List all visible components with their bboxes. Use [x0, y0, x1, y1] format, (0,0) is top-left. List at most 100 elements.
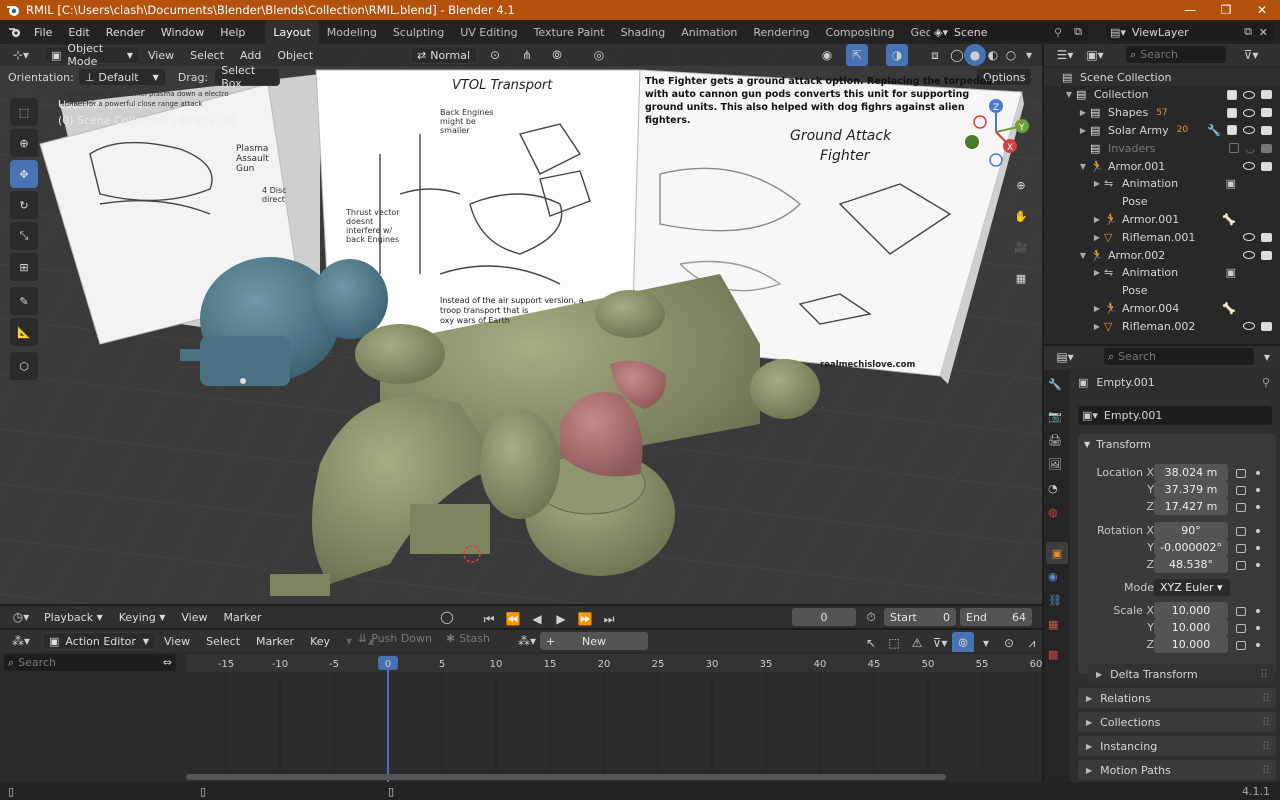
action-menu-marker[interactable]: Marker [248, 629, 302, 653]
action-menu-key[interactable]: Key [302, 629, 338, 653]
eye-icon[interactable] [1243, 126, 1255, 135]
action-menu-select[interactable]: Select [198, 629, 248, 653]
exclude-checkbox[interactable] [1227, 107, 1237, 118]
jump-start-icon[interactable]: ⏮ [478, 608, 500, 630]
keyframe-dot-icon[interactable] [1256, 529, 1260, 533]
outliner-row[interactable]: ▼ ▤ Collection [1044, 86, 1280, 104]
eye-closed-icon[interactable]: ◡ [1245, 142, 1255, 155]
outliner-row[interactable]: ▶ 🏃 Armor.001 🦴 [1044, 210, 1280, 228]
action-browse-icon[interactable]: ⁂▾ [516, 630, 538, 652]
panel-relations[interactable]: ▶ Relations ⠿ [1078, 688, 1276, 708]
action-editor-body[interactable]: ⌕ ⇔ -15 -10 -5 0 5 10 15 20 25 30 35 40 45 50 55 60 [0, 652, 1042, 784]
outliner-row[interactable]: ▼ 🏃 Armor.002 [1044, 246, 1280, 264]
orientation-select[interactable]: ⊥ Default ▼ [77, 68, 166, 86]
drag-handle-icon[interactable]: ⠿ [1262, 764, 1270, 777]
eye-icon[interactable] [1243, 90, 1255, 99]
add-cube-tool-icon[interactable]: ⬡ [10, 352, 38, 380]
panel-motion-paths[interactable]: ▶ Motion Paths ⠿ [1078, 760, 1276, 780]
expand-right-icon[interactable]: ▶ [1092, 233, 1102, 242]
keyframe-dot-icon[interactable] [1256, 626, 1260, 630]
stash-button[interactable]: ✱ Stash [446, 632, 490, 645]
property-value-field[interactable]: 10.000 [1154, 636, 1228, 653]
pin-icon[interactable]: ⚲ [1054, 26, 1062, 39]
constraints-tab-icon[interactable]: ⛓ [1048, 594, 1062, 607]
outliner-row[interactable]: ▼ 🏃 Armor.001 [1044, 157, 1280, 175]
panel-collections[interactable]: ▶ Collections ⠿ [1078, 712, 1276, 732]
timeline-menu-marker[interactable]: Marker [215, 605, 269, 629]
maximize-icon[interactable]: ❐ [1208, 0, 1244, 20]
horizontal-scrollbar[interactable] [186, 774, 946, 780]
lock-icon[interactable] [1236, 561, 1246, 570]
expand-right-icon[interactable]: ▶ [1092, 215, 1102, 224]
drag-select[interactable]: Select Box [214, 64, 281, 90]
exclude-checkbox[interactable] [1227, 125, 1237, 136]
keyframe-dot-icon[interactable] [1256, 563, 1260, 567]
world-tab-icon[interactable]: ◍ [1048, 506, 1058, 519]
render-camera-icon[interactable] [1261, 321, 1272, 331]
lock-icon[interactable] [1236, 469, 1246, 478]
menu-help[interactable]: Help [212, 20, 253, 44]
drag-handle-icon[interactable]: ⠿ [1262, 740, 1270, 753]
drag-handle-icon[interactable]: ⠿ [1262, 716, 1270, 729]
pan-hand-icon[interactable]: ✋ [1010, 205, 1032, 227]
only-errors-icon[interactable]: ⚠ [906, 632, 928, 654]
physics-tab-icon[interactable]: ◉ [1048, 570, 1058, 583]
outliner-row[interactable]: ▤ Invaders ◡ [1044, 139, 1280, 157]
tab-animation[interactable]: Animation [673, 20, 745, 44]
timeline-menu-keying[interactable]: Keying ▼ [111, 605, 174, 629]
tab-sculpting[interactable]: Sculpting [385, 20, 452, 44]
menu-window[interactable]: Window [153, 20, 212, 44]
texture-tab-icon[interactable]: ▩ [1048, 648, 1058, 661]
outliner-row[interactable]: ▶ ⇋ Animation ▣ [1044, 264, 1280, 282]
pin-icon[interactable]: ⚲ [1262, 376, 1270, 389]
xray-icon[interactable]: ⧈ [924, 44, 946, 66]
transform-panel-header[interactable]: ▼ Transform [1084, 438, 1151, 451]
render-tab-icon[interactable]: 📷 [1048, 410, 1062, 423]
outliner-row[interactable]: ▶ ▽ Rifleman.002 [1044, 317, 1280, 335]
tab-compositing[interactable]: Compositing [818, 20, 903, 44]
perspective-grid-icon[interactable]: ▦ [1010, 267, 1032, 289]
cursor-select-icon[interactable]: ↖ [860, 632, 882, 654]
keyframe-dot-icon[interactable] [1256, 471, 1260, 475]
render-camera-icon[interactable] [1261, 232, 1272, 242]
property-value-field[interactable]: 48.538° [1154, 556, 1228, 573]
keyframe-dot-icon[interactable] [1256, 488, 1260, 492]
lock-icon[interactable] [1236, 607, 1246, 616]
render-camera-icon[interactable] [1261, 108, 1272, 118]
exclude-checkbox[interactable] [1229, 143, 1240, 154]
cursor-tool-icon[interactable]: ⊕ [10, 129, 38, 157]
navigation-gizmo[interactable]: Z Y X [962, 92, 1036, 174]
select-box-tool-icon[interactable]: ⬚ [10, 98, 38, 126]
action-editor-mode-select[interactable]: ▣ Action Editor ▼ [42, 632, 156, 650]
eye-icon[interactable] [1243, 108, 1255, 117]
annotate-tool-icon[interactable]: ✎ [10, 287, 38, 315]
scene-selector[interactable]: ◈▾ Scene ⚲ ⧉ [930, 23, 1088, 41]
properties-options-icon[interactable]: ▾ [1256, 346, 1278, 368]
property-value-field[interactable]: 10.000 [1154, 602, 1228, 619]
object-tab-icon[interactable]: ▣ [1046, 542, 1068, 564]
tab-layout[interactable]: Layout [265, 20, 319, 44]
object-browse-icon[interactable]: ▣▾ [1082, 409, 1098, 422]
next-key-icon[interactable]: ⏩ [574, 608, 596, 630]
keyframe-dot-icon[interactable] [1256, 609, 1260, 613]
timeline-editor-icon[interactable]: ◷▾ [6, 606, 36, 628]
lock-icon[interactable] [1236, 503, 1246, 512]
jump-end-icon[interactable]: ⏭ [598, 608, 620, 630]
keyframe-dot-icon[interactable] [1256, 643, 1260, 647]
view-layer-selector[interactable]: ▤▾ ViewLayer ⧉ ✕ [1106, 23, 1274, 41]
action-menu-view[interactable]: View [156, 629, 198, 653]
timeline-menu-playback[interactable]: Playback ▼ [36, 605, 111, 629]
snap-target-icon[interactable]: ⦾ [546, 44, 568, 66]
remove-view-layer-icon[interactable]: ✕ [1259, 26, 1268, 39]
tool-tab-icon[interactable]: 🔧 [1048, 378, 1062, 391]
display-mode-icon[interactable]: ▣▾ [1080, 44, 1110, 66]
render-camera-icon[interactable] [1261, 250, 1272, 260]
falloff-icon[interactable]: ⩘ [1021, 632, 1043, 654]
outliner-row[interactable]: ▶ 🏃 Armor.004 🦴 [1044, 299, 1280, 317]
channel-search-input[interactable] [18, 656, 139, 669]
expand-right-icon[interactable]: ▶ [1092, 268, 1102, 277]
proportional-icon[interactable]: ⊙ [998, 632, 1020, 654]
frame-ruler[interactable]: -15 -10 -5 0 5 10 15 20 25 30 35 40 45 50 55 60 [186, 654, 1042, 784]
editor-type-icon[interactable]: ⊹▾ [6, 44, 36, 66]
overlay-toggle-icon[interactable]: ◑ [886, 44, 908, 66]
